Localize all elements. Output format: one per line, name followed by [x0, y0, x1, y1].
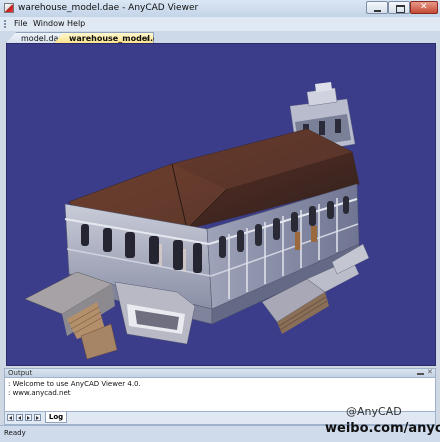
panel-close-icon[interactable]: ✕	[427, 368, 433, 376]
tab-warehouse-model-dae[interactable]: warehouse_model.dae x	[54, 32, 154, 43]
minimize-button[interactable]	[366, 1, 388, 14]
output-panel-header: Output ✕	[4, 368, 436, 378]
watermark-handle: @AnyCAD	[346, 405, 402, 418]
menu-help[interactable]: Help	[67, 19, 85, 28]
log-line: : Welcome to use AnyCAD Viewer 4.0.	[8, 380, 141, 388]
3d-viewport[interactable]	[6, 43, 436, 366]
app-icon	[4, 3, 14, 13]
building-model-render	[24, 82, 370, 360]
toolbar-grip-icon[interactable]	[4, 20, 8, 28]
output-panel-title: Output	[8, 369, 33, 377]
menu-file[interactable]: File	[14, 19, 27, 28]
tab-label: warehouse_model.dae	[69, 34, 170, 43]
menu-window[interactable]: Window	[33, 19, 65, 28]
menu-bar: File Window Help	[0, 17, 440, 32]
document-tab-strip: model.dae warehouse_model.dae x	[0, 31, 440, 43]
tab-model-dae[interactable]: model.dae	[6, 32, 64, 43]
panel-minimize-icon[interactable]	[417, 373, 424, 375]
tab-log[interactable]: Log	[45, 412, 67, 423]
first-page-icon[interactable]	[7, 414, 14, 421]
maximize-button[interactable]	[388, 1, 410, 14]
last-page-icon[interactable]	[34, 414, 41, 421]
title-bar: warehouse_model.dae - AnyCAD Viewer	[0, 0, 440, 18]
window-title: warehouse_model.dae - AnyCAD Viewer	[18, 3, 199, 13]
status-text: Ready	[4, 429, 26, 437]
close-button[interactable]	[410, 1, 438, 14]
prev-page-icon[interactable]	[16, 414, 23, 421]
watermark-url: weibo.com/anycad	[325, 421, 440, 436]
next-page-icon[interactable]	[25, 414, 32, 421]
log-line: : www.anycad.net	[8, 389, 71, 397]
